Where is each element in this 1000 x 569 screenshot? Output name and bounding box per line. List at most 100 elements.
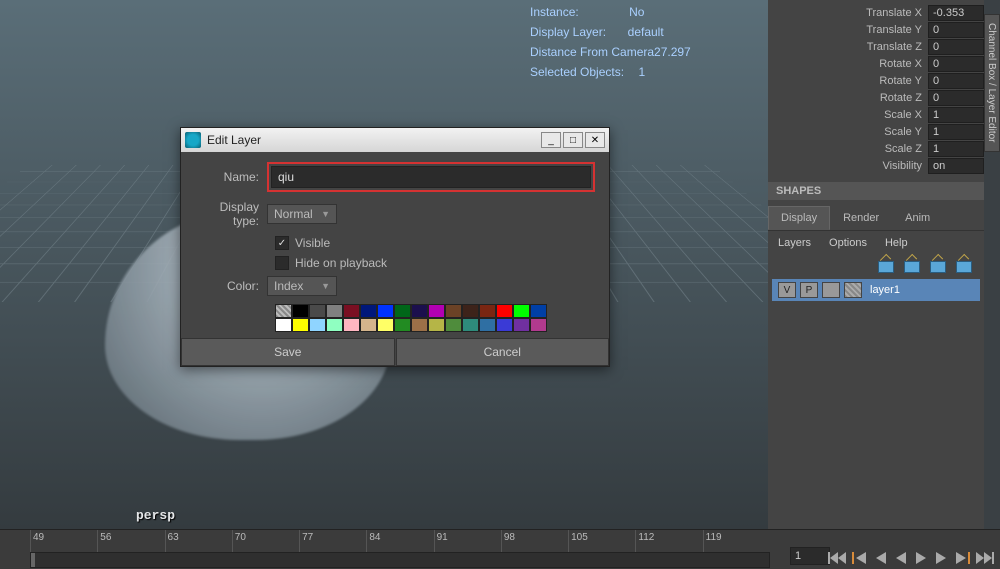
color-swatch[interactable]: [360, 318, 377, 332]
step-back-button[interactable]: [874, 551, 888, 565]
color-swatch[interactable]: [292, 318, 309, 332]
current-frame-field[interactable]: [790, 547, 830, 565]
color-swatch[interactable]: [326, 318, 343, 332]
color-swatch[interactable]: [496, 304, 513, 318]
dialog-app-icon: [185, 132, 201, 148]
color-swatch[interactable]: [377, 318, 394, 332]
name-field-highlight: [267, 162, 595, 192]
color-swatch[interactable]: [377, 304, 394, 318]
hide-playback-checkbox[interactable]: [275, 256, 289, 270]
color-swatch[interactable]: [275, 318, 292, 332]
close-button[interactable]: ✕: [585, 132, 605, 148]
channel-row: Rotate Y0: [768, 72, 984, 89]
channel-value[interactable]: 0: [928, 22, 984, 38]
tab-display[interactable]: Display: [768, 206, 830, 230]
hud-instance: Instance: No: [530, 2, 644, 23]
viewport-3d[interactable]: Instance: No Display Layer: default Dist…: [0, 0, 768, 529]
dialog-titlebar[interactable]: Edit Layer _ □ ✕: [181, 128, 609, 152]
color-swatch[interactable]: [275, 304, 292, 318]
color-swatch[interactable]: [496, 318, 513, 332]
channel-value[interactable]: on: [928, 158, 984, 174]
layer-visibility-toggle[interactable]: V: [778, 282, 796, 298]
color-swatch[interactable]: [411, 318, 428, 332]
color-label: Color:: [195, 279, 267, 293]
color-swatch[interactable]: [428, 318, 445, 332]
channel-value[interactable]: 0: [928, 73, 984, 89]
menu-help[interactable]: Help: [885, 237, 908, 249]
layer-icon-1[interactable]: [878, 259, 896, 273]
step-forward-key-button[interactable]: [954, 551, 970, 565]
step-forward-button[interactable]: [934, 551, 948, 565]
channel-label: Scale Z: [768, 143, 928, 155]
layer-icon-3[interactable]: [930, 259, 948, 273]
channel-value[interactable]: -0.353: [928, 5, 984, 21]
color-swatch[interactable]: [462, 318, 479, 332]
time-track[interactable]: [30, 552, 770, 568]
color-swatch[interactable]: [394, 304, 411, 318]
tab-render[interactable]: Render: [830, 206, 892, 230]
cancel-button[interactable]: Cancel: [396, 338, 610, 366]
color-swatch[interactable]: [292, 304, 309, 318]
tab-anim[interactable]: Anim: [892, 206, 943, 230]
menu-layers[interactable]: Layers: [778, 237, 811, 249]
layer-icon-2[interactable]: [904, 259, 922, 273]
dialog-title: Edit Layer: [207, 133, 541, 147]
channel-value[interactable]: 0: [928, 90, 984, 106]
layer-playback-toggle[interactable]: P: [800, 282, 818, 298]
time-tick: 84: [366, 530, 433, 552]
layer-icon-4[interactable]: [956, 259, 974, 273]
playback-controls: [828, 551, 994, 565]
color-swatch[interactable]: [513, 304, 530, 318]
shapes-header[interactable]: SHAPES: [768, 182, 984, 200]
color-swatch[interactable]: [411, 304, 428, 318]
channel-value[interactable]: 1: [928, 107, 984, 123]
time-ruler[interactable]: 4956637077849198105112119: [30, 530, 770, 552]
maximize-button[interactable]: □: [563, 132, 583, 148]
channel-row: Translate Z0: [768, 38, 984, 55]
channel-box: Translate X-0.353Translate Y0Translate Z…: [768, 0, 984, 178]
channel-value[interactable]: 0: [928, 39, 984, 55]
save-button[interactable]: Save: [181, 338, 395, 366]
color-swatch[interactable]: [326, 304, 343, 318]
color-swatch[interactable]: [445, 304, 462, 318]
color-swatch[interactable]: [513, 318, 530, 332]
color-swatch[interactable]: [360, 304, 377, 318]
menu-options[interactable]: Options: [829, 237, 867, 249]
channel-value[interactable]: 1: [928, 141, 984, 157]
color-swatch[interactable]: [309, 318, 326, 332]
go-to-start-button[interactable]: [828, 551, 846, 565]
name-label: Name:: [195, 170, 267, 184]
layer-panel-tabs: Display Render Anim: [768, 206, 984, 231]
display-type-dropdown[interactable]: Normal▼: [267, 204, 337, 224]
color-swatch[interactable]: [479, 304, 496, 318]
color-swatch[interactable]: [343, 304, 360, 318]
color-swatch[interactable]: [530, 318, 547, 332]
channel-value[interactable]: 1: [928, 124, 984, 140]
visible-checkbox[interactable]: ✓: [275, 236, 289, 250]
channel-label: Rotate Y: [768, 75, 928, 87]
color-swatch[interactable]: [428, 304, 445, 318]
layer-template-toggle[interactable]: [822, 282, 840, 298]
channel-row: Scale Z1: [768, 140, 984, 157]
color-mode-dropdown[interactable]: Index▼: [267, 276, 337, 296]
go-to-end-button[interactable]: [976, 551, 994, 565]
color-swatch[interactable]: [530, 304, 547, 318]
play-forward-button[interactable]: [914, 551, 928, 565]
layer-color-swatch[interactable]: [844, 282, 862, 298]
step-back-key-button[interactable]: [852, 551, 868, 565]
color-swatch[interactable]: [445, 318, 462, 332]
color-swatch[interactable]: [462, 304, 479, 318]
layer-name-label: layer1: [870, 284, 900, 296]
channel-value[interactable]: 0: [928, 56, 984, 72]
color-swatch[interactable]: [309, 304, 326, 318]
right-panel: Translate X-0.353Translate Y0Translate Z…: [768, 0, 984, 569]
color-swatch[interactable]: [479, 318, 496, 332]
time-tick: 98: [501, 530, 568, 552]
name-input[interactable]: [271, 166, 591, 188]
color-swatch[interactable]: [394, 318, 411, 332]
layer-row-selected[interactable]: V P layer1: [772, 279, 980, 301]
color-swatch[interactable]: [343, 318, 360, 332]
play-back-button[interactable]: [894, 551, 908, 565]
minimize-button[interactable]: _: [541, 132, 561, 148]
channel-box-side-tab[interactable]: Channel Box / Layer Editor: [984, 14, 1000, 152]
